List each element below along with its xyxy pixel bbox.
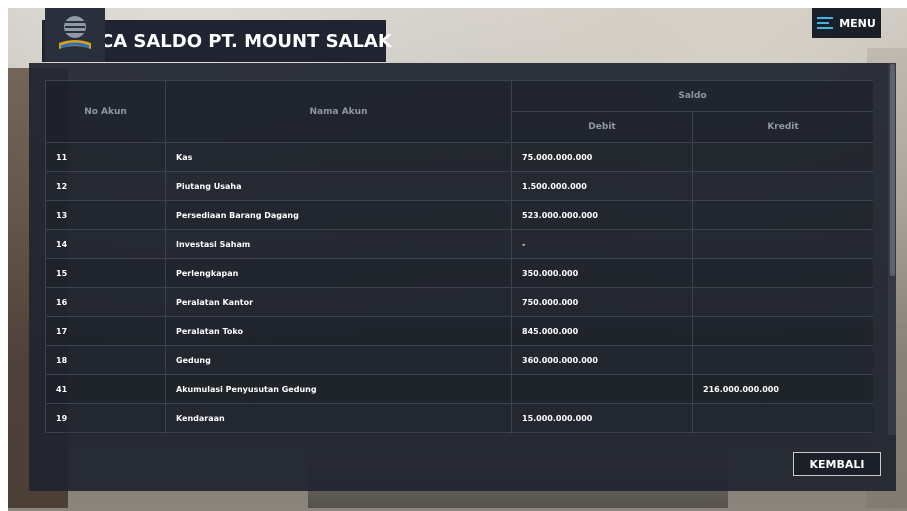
cell-no-akun: 18 — [45, 345, 166, 375]
table-row: 12 Piutang Usaha 1.500.000.000 — [45, 171, 873, 201]
cell-debit: 523.000.000.000 — [511, 200, 693, 230]
cell-no-akun: 13 — [45, 200, 166, 230]
cell-nama-akun: Akumulasi Penyusutan Gedung — [165, 374, 512, 404]
cell-nama-akun: Gedung — [165, 345, 512, 375]
book-logo-icon — [45, 8, 105, 62]
cell-kredit — [691, 316, 873, 346]
header-saldo: Saldo — [510, 80, 873, 112]
balance-table: No Akun Nama Akun Saldo Debit Kredit 11 … — [45, 80, 873, 434]
cell-debit: - — [511, 229, 693, 259]
table-row: 14 Investasi Saham - — [45, 229, 873, 259]
cell-kredit — [691, 171, 873, 201]
cell-nama-akun: Investasi Saham — [165, 229, 512, 259]
cell-kredit — [691, 432, 873, 434]
cell-no-akun: 17 — [45, 316, 166, 346]
cell-debit: 15.000.000.000 — [511, 403, 693, 433]
cell-kredit — [691, 345, 873, 375]
cell-no-akun: 41 — [45, 374, 166, 404]
table-row: 17 Peralatan Toko 845.000.000 — [45, 316, 873, 346]
balance-table-container[interactable]: No Akun Nama Akun Saldo Debit Kredit 11 … — [45, 80, 873, 434]
cell-nama-akun: Kendaraan — [165, 403, 512, 433]
cell-debit: 360.000.000.000 — [511, 345, 693, 375]
header-kredit: Kredit — [691, 111, 873, 143]
menu-button[interactable]: MENU — [812, 8, 881, 38]
cell-nama-akun: Peralatan Kantor — [165, 287, 512, 317]
cell-no-akun — [45, 432, 166, 434]
cell-kredit — [691, 287, 873, 317]
cell-kredit — [691, 142, 873, 172]
table-row: 13 Persediaan Barang Dagang 523.000.000.… — [45, 200, 873, 230]
table-row: 11 Kas 75.000.000.000 — [45, 142, 873, 172]
cell-kredit: 216.000.000.000 — [691, 374, 873, 404]
cell-nama-akun: Perlengkapan — [165, 258, 512, 288]
page-title: CA SALDO PT. MOUNT SALAK — [100, 31, 392, 52]
table-row: 41 Akumulasi Penyusutan Gedung 216.000.0… — [45, 374, 873, 404]
cell-kredit — [691, 403, 873, 433]
cell-debit: 750.000.000 — [511, 287, 693, 317]
header-debit: Debit — [511, 111, 693, 143]
cell-debit — [511, 374, 693, 404]
table-row: 16 Peralatan Kantor 750.000.000 — [45, 287, 873, 317]
cell-no-akun: 16 — [45, 287, 166, 317]
back-button[interactable]: KEMBALI — [793, 452, 881, 476]
cell-nama-akun: Peralatan Toko — [165, 316, 512, 346]
table-row — [45, 432, 873, 434]
cell-debit — [511, 432, 693, 434]
cell-nama-akun: Piutang Usaha — [165, 171, 512, 201]
cell-nama-akun: Persediaan Barang Dagang — [165, 200, 512, 230]
cell-no-akun: 15 — [45, 258, 166, 288]
cell-no-akun: 12 — [45, 171, 166, 201]
table-row: 19 Kendaraan 15.000.000.000 — [45, 403, 873, 433]
cell-kredit — [691, 258, 873, 288]
header-nama-akun: Nama Akun — [165, 80, 512, 143]
cell-no-akun: 19 — [45, 403, 166, 433]
cell-nama-akun: Kas — [165, 142, 512, 172]
hamburger-icon — [817, 17, 834, 29]
cell-debit: 75.000.000.000 — [511, 142, 693, 172]
cell-kredit — [691, 200, 873, 230]
cell-debit: 845.000.000 — [511, 316, 693, 346]
cell-no-akun: 14 — [45, 229, 166, 259]
cell-debit: 1.500.000.000 — [511, 171, 693, 201]
cell-kredit — [691, 229, 873, 259]
menu-label: MENU — [839, 16, 876, 30]
table-row: 15 Perlengkapan 350.000.000 — [45, 258, 873, 288]
table-row: 18 Gedung 360.000.000.000 — [45, 345, 873, 375]
cell-no-akun: 11 — [45, 142, 166, 172]
cell-debit: 350.000.000 — [511, 258, 693, 288]
cell-nama-akun — [165, 432, 512, 434]
header-no-akun: No Akun — [45, 80, 166, 143]
scrollbar-thumb[interactable] — [890, 64, 895, 276]
